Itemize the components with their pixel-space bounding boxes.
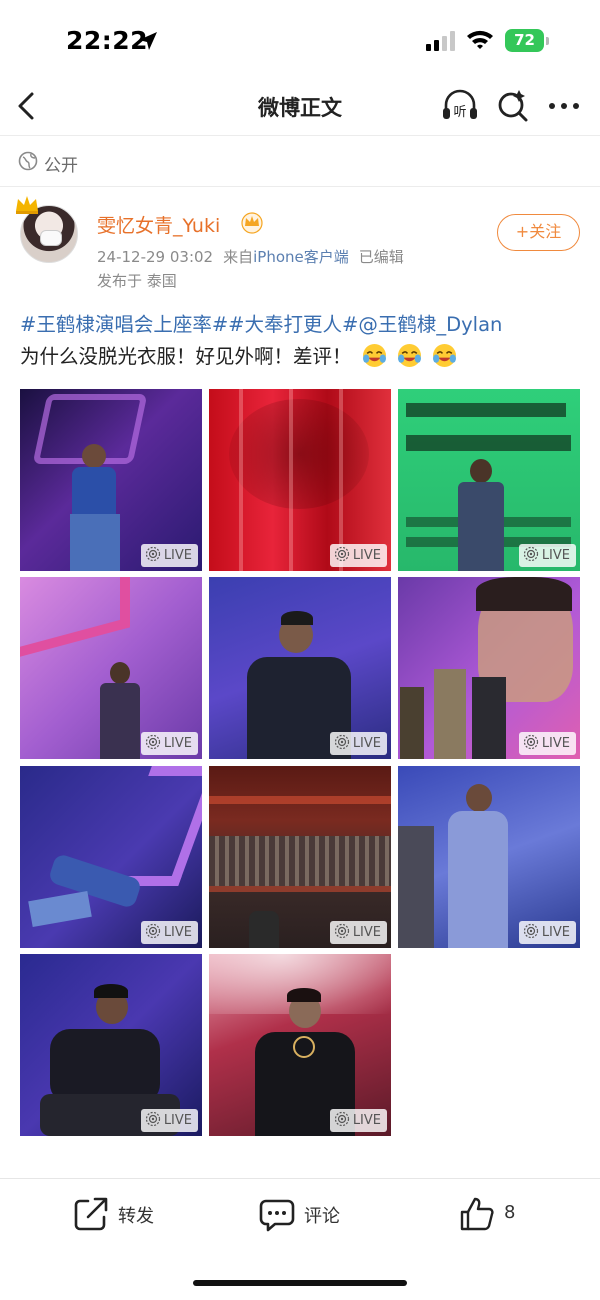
- live-icon: [523, 734, 538, 750]
- comment-icon: [259, 1199, 295, 1232]
- live-photo[interactable]: LIVE: [20, 577, 202, 759]
- like-button[interactable]: 8: [458, 1195, 538, 1235]
- live-badge: LIVE: [518, 921, 576, 944]
- live-icon: [334, 734, 349, 750]
- follow-button[interactable]: +关注: [497, 214, 580, 251]
- post-text-line: 为什么没脱光衣服！好见外啊！差评！: [20, 340, 590, 369]
- comment-label: 评论: [304, 1206, 340, 1227]
- vip-crown-badge-icon[interactable]: [240, 210, 264, 234]
- live-photo[interactable]: LIVE: [209, 954, 391, 1136]
- live-label: LIVE: [352, 1113, 381, 1128]
- repost-button[interactable]: 转发: [72, 1195, 192, 1235]
- status-time: 22:22: [66, 26, 149, 55]
- live-badge: LIVE: [140, 732, 198, 755]
- home-indicator[interactable]: [193, 1280, 407, 1286]
- search-icon[interactable]: [495, 88, 531, 124]
- live-badge: LIVE: [329, 921, 387, 944]
- edited-label[interactable]: 已编辑: [359, 248, 404, 266]
- globe-icon: [18, 151, 38, 171]
- live-label: LIVE: [541, 548, 570, 563]
- visibility-label: 公开: [44, 156, 78, 176]
- post-meta: 24-12-29 03:02 来自iPhone客户端 已编辑: [97, 246, 404, 267]
- live-badge: LIVE: [518, 544, 576, 567]
- live-label: LIVE: [541, 736, 570, 751]
- live-label: LIVE: [163, 925, 192, 940]
- live-photo[interactable]: LIVE: [398, 766, 580, 948]
- signal-icon: [426, 31, 455, 51]
- live-badge: LIVE: [140, 544, 198, 567]
- visibility-bar: 公开: [0, 137, 600, 187]
- live-icon: [145, 546, 160, 562]
- live-icon: [334, 923, 349, 939]
- live-photo[interactable]: LIVE: [209, 577, 391, 759]
- wifi-icon: [467, 30, 493, 49]
- like-count: 8: [504, 1202, 516, 1223]
- live-label: LIVE: [163, 736, 192, 751]
- live-photo[interactable]: LIVE: [20, 389, 202, 571]
- live-label: LIVE: [163, 1113, 192, 1128]
- crown-icon: [16, 196, 38, 214]
- live-label: LIVE: [541, 925, 570, 940]
- thumbs-up-icon: [460, 1197, 494, 1231]
- live-badge: LIVE: [329, 1109, 387, 1132]
- live-icon: [334, 546, 349, 562]
- post-date: 24-12-29 03:02: [97, 248, 214, 266]
- more-icon[interactable]: [548, 100, 580, 112]
- live-icon: [523, 923, 538, 939]
- listen-glyph: 听: [453, 105, 466, 120]
- source-prefix: 来自: [223, 248, 254, 266]
- live-badge: LIVE: [329, 732, 387, 755]
- live-photo[interactable]: LIVE: [209, 389, 391, 571]
- live-icon: [523, 546, 538, 562]
- username[interactable]: 雯忆女青_Yuki: [97, 211, 220, 238]
- repost-label: 转发: [118, 1206, 154, 1227]
- live-icon: [145, 734, 160, 750]
- post-location: 发布于 泰国: [97, 272, 177, 290]
- live-badge: LIVE: [140, 921, 198, 944]
- laugh-cry-emoji-icon: [362, 344, 386, 367]
- post-text: 为什么没脱光衣服！好见外啊！差评！: [20, 345, 352, 368]
- laugh-cry-emoji-icon: [433, 344, 457, 367]
- comment-button[interactable]: 评论: [258, 1195, 378, 1235]
- live-label: LIVE: [352, 925, 381, 940]
- live-label: LIVE: [352, 548, 381, 563]
- laugh-cry-emoji-icon: [397, 344, 421, 367]
- live-badge: LIVE: [329, 544, 387, 567]
- repost-icon: [74, 1197, 108, 1231]
- live-icon: [145, 1111, 160, 1127]
- live-photo[interactable]: LIVE: [20, 954, 202, 1136]
- post-device[interactable]: iPhone客户端: [253, 248, 349, 266]
- live-badge: LIVE: [140, 1109, 198, 1132]
- live-photo[interactable]: LIVE: [398, 577, 580, 759]
- bottom-divider: [0, 1178, 600, 1179]
- battery-icon: 72: [505, 29, 549, 52]
- listen-icon[interactable]: 听: [441, 88, 479, 124]
- status-bar: 22:22 72: [0, 0, 600, 80]
- live-icon: [334, 1111, 349, 1127]
- live-photo[interactable]: LIVE: [398, 389, 580, 571]
- post-hashtags[interactable]: #王鹤棣演唱会上座率##大奉打更人#@王鹤棣_Dylan: [20, 308, 590, 337]
- live-label: LIVE: [163, 548, 192, 563]
- live-label: LIVE: [352, 736, 381, 751]
- location-arrow-icon: [139, 32, 157, 50]
- live-photo[interactable]: LIVE: [20, 766, 202, 948]
- battery-level: 72: [514, 31, 535, 49]
- live-badge: LIVE: [518, 732, 576, 755]
- live-photo[interactable]: LIVE: [209, 766, 391, 948]
- live-icon: [145, 923, 160, 939]
- nav-bar: 微博正文 听: [0, 80, 600, 136]
